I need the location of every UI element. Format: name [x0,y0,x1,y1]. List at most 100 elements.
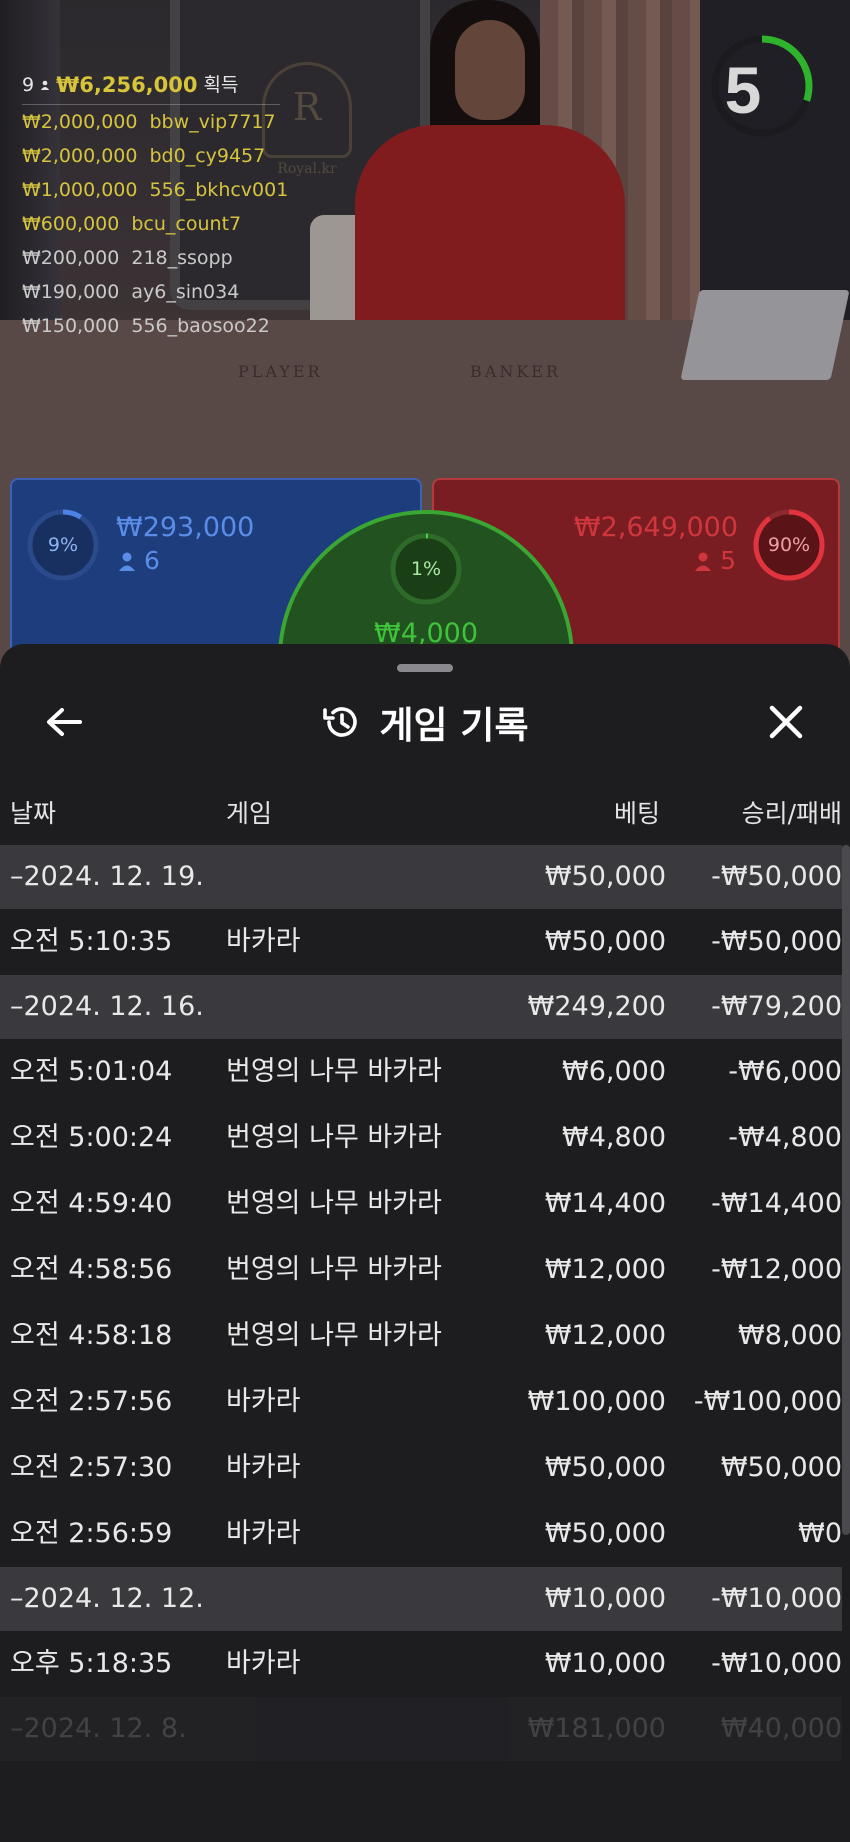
winner-row: ₩2,000,000 bbw_vip7717 [22,105,288,139]
row-game: 번영의 나무 바카라 [226,1122,442,1153]
winner-row: ₩2,000,000 bd0_cy9457 [22,139,288,173]
row-date: 오전 4:58:18 [10,1320,173,1351]
row-bet: ₩50,000 [544,1452,666,1483]
close-icon [769,705,803,739]
history-row: 오전 2:57:56 바카라 ₩100,000 -₩100,000 [0,1369,842,1435]
winner-name: 556_bkhcv001 [149,179,289,201]
row-date: 오후 5:18:35 [10,1648,173,1679]
row-game: 바카라 [226,1648,301,1679]
history-row: 오전 5:10:35 바카라 ₩50,000 -₩50,000 [0,909,842,975]
scrollbar[interactable] [842,845,850,1535]
sheet-drag-handle[interactable] [397,664,453,672]
row-bet: ₩12,000 [544,1254,666,1285]
date-group-row[interactable]: –2024. 12. 16. ₩249,200 -₩79,200 [0,975,842,1039]
row-date: –2024. 12. 12. [10,1583,204,1614]
winner-amount: ₩150,000 [22,315,120,337]
winner-amount: ₩190,000 [22,281,120,303]
winner-amount: ₩2,000,000 [22,145,138,167]
player-bettor-count: 6 [118,546,160,575]
history-row: 오전 4:58:18 번영의 나무 바카라 ₩12,000 ₩8,000 [0,1303,842,1369]
winner-name: ay6_sin034 [131,281,240,303]
winner-name: bbw_vip7717 [149,111,276,133]
winners-total-suffix: 획득 [203,74,239,96]
table-header: 날짜 게임 베팅 승리/패배 [0,786,850,842]
history-icon [323,707,358,737]
countdown-number: 5 [724,53,762,127]
person-icon [695,552,712,571]
row-result: -₩10,000 [711,1583,842,1614]
row-bet: ₩181,000 [527,1713,666,1744]
sheet-title-text: 게임 기록 [379,704,529,747]
row-date: 오전 2:56:59 [10,1518,173,1549]
history-row: 오전 4:58:56 번영의 나무 바카라 ₩12,000 -₩12,000 [0,1237,842,1303]
banker-bet-amount: ₩2,649,000 [573,512,738,543]
row-result: -₩14,400 [711,1188,842,1219]
row-date: –2024. 12. 19. [10,861,204,892]
row-game: 번영의 나무 바카라 [226,1056,442,1087]
history-row: 오전 2:56:59 바카라 ₩50,000 ₩0 [0,1501,842,1567]
player-bet-amount: ₩293,000 [116,512,255,543]
row-date: 오전 2:57:56 [10,1386,173,1417]
row-result: ₩40,000 [720,1713,842,1744]
close-button[interactable] [760,696,812,748]
row-bet: ₩6,000 [562,1056,666,1087]
row-result: ₩50,000 [720,1452,842,1483]
history-row: 오전 2:57:30 바카라 ₩50,000 ₩50,000 [0,1435,842,1501]
winner-row: ₩190,000 ay6_sin034 [22,275,288,309]
date-group-row[interactable]: –2024. 12. 12. ₩10,000 -₩10,000 [0,1567,842,1631]
row-bet: ₩10,000 [544,1648,666,1679]
banker-count-value: 5 [720,546,736,575]
row-result: -₩50,000 [711,926,842,957]
winner-name: 218_ssopp [131,247,233,269]
row-date: –2024. 12. 8. [10,1713,187,1744]
winner-amount: ₩200,000 [22,247,120,269]
row-bet: ₩50,000 [544,926,666,957]
winner-name: bcu_count7 [131,213,242,235]
row-result: -₩6,000 [728,1056,842,1087]
banker-percent: 90% [767,534,811,556]
row-result: -₩79,200 [711,991,842,1022]
row-game: 바카라 [226,1386,301,1417]
winners-count: 9 [22,74,35,96]
history-row: 오전 5:01:04 번영의 나무 바카라 ₩6,000 -₩6,000 [0,1039,842,1105]
history-row: 오전 5:00:24 번영의 나무 바카라 ₩4,800 -₩4,800 [0,1105,842,1171]
player-count-value: 6 [143,546,160,575]
row-result: -₩100,000 [693,1386,842,1417]
date-group-row[interactable]: –2024. 12. 19. ₩50,000 -₩50,000 [0,845,842,909]
winner-row: ₩1,000,000 556_bkhcv001 [22,173,288,207]
winner-name: bd0_cy9457 [149,145,266,167]
row-result: -₩10,000 [711,1648,842,1679]
date-group-row[interactable]: –2024. 12. 8. ₩181,000 ₩40,000 [0,1697,842,1761]
row-result: ₩0 [798,1518,842,1549]
winner-amount: ₩600,000 [22,213,120,235]
row-bet: ₩14,400 [544,1188,666,1219]
row-bet: ₩50,000 [544,1518,666,1549]
winner-name: 556_baosoo22 [131,315,270,337]
winners-header: 9 ₩6,256,000 획득 [22,68,280,105]
column-bet: 베팅 [613,799,660,828]
sheet-title: 게임 기록 [0,696,850,748]
row-bet: ₩249,200 [527,991,666,1022]
player-percent: 9% [47,534,79,556]
row-bet: ₩12,000 [544,1320,666,1351]
game-history-sheet: 게임 기록 날짜 게임 베팅 승리/패배 –2024. 12. 19. ₩50,0… [0,644,850,1842]
row-game: 바카라 [226,1452,301,1483]
tie-percent: 1% [410,558,442,580]
winners-list: 9 ₩6,256,000 획득 ₩2,000,000 bbw_vip7717 ₩2… [22,68,288,343]
row-bet: ₩4,800 [562,1122,666,1153]
row-date: 오전 5:01:04 [10,1056,173,1087]
row-result: -₩12,000 [711,1254,842,1285]
row-result: -₩4,800 [728,1122,842,1153]
row-bet: ₩50,000 [544,861,666,892]
row-date: 오전 2:57:30 [10,1452,173,1483]
winner-row: ₩600,000 bcu_count7 [22,207,288,241]
winners-total: ₩6,256,000 [56,73,198,97]
history-row: 오후 5:18:35 바카라 ₩10,000 -₩10,000 [0,1631,842,1697]
column-game: 게임 [226,799,273,828]
row-game: 번영의 나무 바카라 [226,1254,442,1285]
winner-row: ₩200,000 218_ssopp [22,241,288,275]
history-table: –2024. 12. 19. ₩50,000 -₩50,000 오전 5:10:35 바… [0,845,842,1761]
history-row: 오전 4:59:40 번영의 나무 바카라 ₩14,400 -₩14,400 [0,1171,842,1237]
row-date: –2024. 12. 16. [10,991,204,1022]
winner-row: ₩150,000 556_baosoo22 [22,309,288,343]
